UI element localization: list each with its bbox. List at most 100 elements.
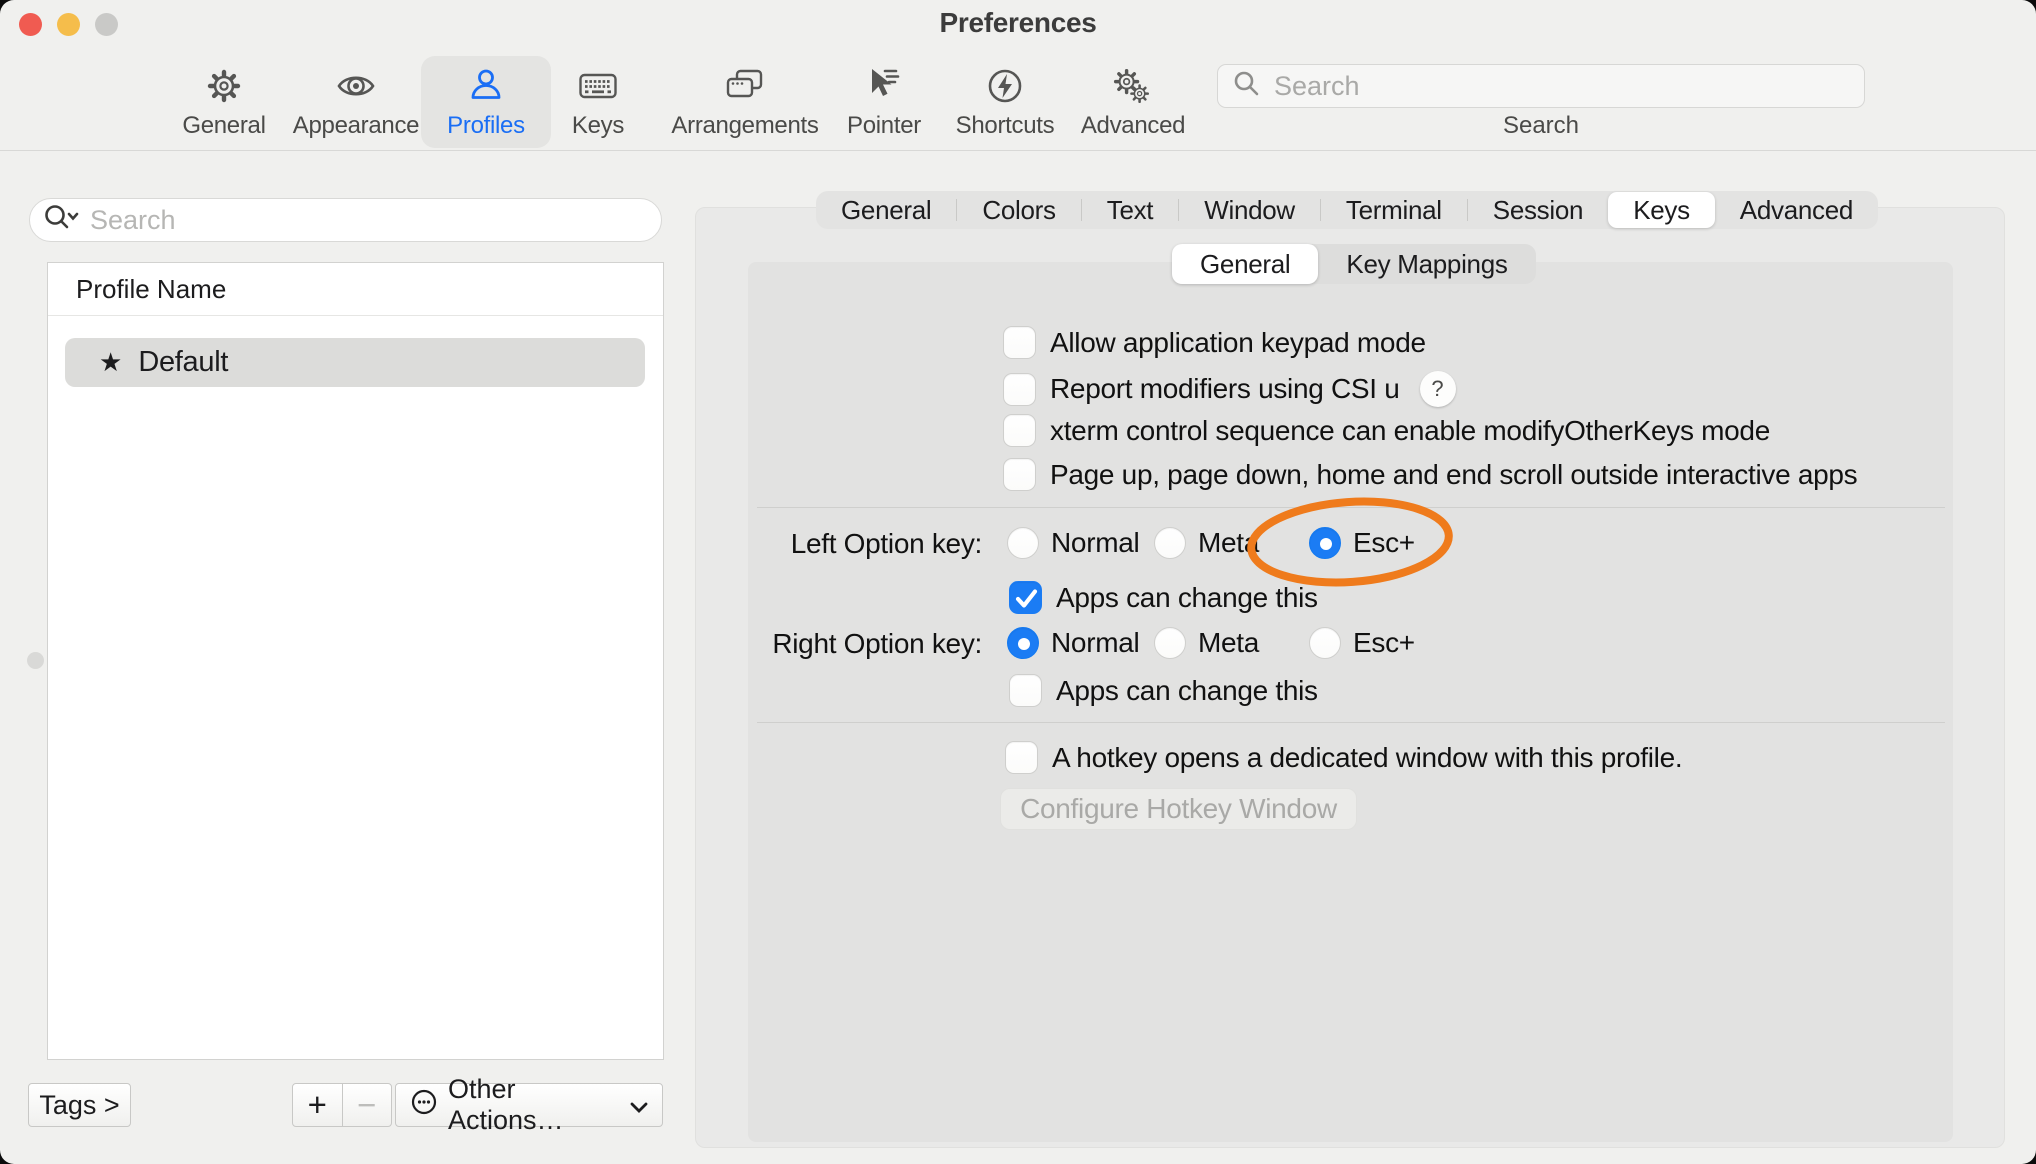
cursor-icon [864, 56, 904, 106]
toolbar-item-profiles[interactable]: Profiles [421, 56, 551, 148]
toolbar-search-label: Search [1217, 112, 1865, 140]
toolbar-label: Shortcuts [956, 112, 1055, 140]
radio-esc[interactable] [1309, 627, 1341, 659]
toolbar-item-general[interactable]: General [159, 56, 289, 148]
tab-keys[interactable]: Keys [1608, 192, 1715, 228]
right-option-meta[interactable]: Meta [1154, 627, 1259, 659]
profile-search-field[interactable]: Search [29, 198, 662, 242]
toolbar-item-advanced[interactable]: Advanced [1068, 56, 1198, 148]
checkbox-label: Apps can change this [1056, 582, 1318, 614]
left-option-meta[interactable]: Meta [1154, 527, 1259, 559]
checkbox-left-apps-can-change[interactable] [1009, 581, 1042, 614]
ellipsis-circle-icon [410, 1088, 438, 1123]
radio-esc-selected[interactable] [1309, 527, 1341, 559]
keys-subtabbar: General Key Mappings [1172, 244, 1536, 284]
toolbar-label: Advanced [1081, 112, 1185, 140]
toolbar-item-shortcuts[interactable]: Shortcuts [940, 56, 1070, 148]
row-modifyotherkeys: xterm control sequence can enable modify… [1003, 414, 1770, 447]
radio-label: Normal [1051, 627, 1139, 659]
search-placeholder: Search [1274, 71, 1360, 102]
divider [757, 507, 1945, 508]
checkbox-right-apps-can-change[interactable] [1009, 674, 1042, 707]
help-button[interactable]: ? [1420, 371, 1456, 407]
checkbox-report-csi-u[interactable] [1003, 373, 1036, 406]
toolbar-item-appearance[interactable]: Appearance [291, 56, 421, 148]
left-option-esc[interactable]: Esc+ [1309, 527, 1415, 559]
subtab-general[interactable]: General [1172, 244, 1318, 284]
checkbox-allow-keypad-mode[interactable] [1003, 326, 1036, 359]
radio-label: Meta [1198, 527, 1259, 559]
toolbar-label: Appearance [293, 112, 419, 140]
keyboard-icon [578, 56, 618, 106]
tab-session[interactable]: Session [1468, 191, 1608, 229]
profile-tabbar: General Colors Text Window Terminal Sess… [816, 191, 1878, 229]
tab-advanced[interactable]: Advanced [1715, 191, 1878, 229]
checkbox-modifyotherkeys[interactable] [1003, 414, 1036, 447]
other-actions-label: Other Actions… [448, 1074, 620, 1136]
left-option-key-label: Left Option key: [700, 528, 982, 560]
profile-list-column-header: Profile Name [76, 274, 226, 305]
row-csi-u: Report modifiers using CSI u ? [1003, 371, 1456, 407]
subtab-key-mappings[interactable]: Key Mappings [1318, 244, 1535, 284]
eye-icon [336, 56, 376, 106]
checkbox-label: Apps can change this [1056, 675, 1318, 707]
other-actions-dropdown[interactable]: Other Actions… [395, 1083, 663, 1127]
radio-meta[interactable] [1154, 627, 1186, 659]
toolbar-search-field[interactable]: Search [1217, 64, 1865, 108]
chevron-down-icon [630, 1090, 648, 1121]
person-icon [466, 56, 506, 106]
configure-hotkey-label: Configure Hotkey Window [1020, 793, 1337, 825]
radio-label: Esc+ [1353, 527, 1415, 559]
radio-label: Esc+ [1353, 627, 1415, 659]
checkbox-label: Page up, page down, home and end scroll … [1050, 459, 1857, 491]
star-icon: ★ [99, 347, 122, 378]
add-profile-button[interactable]: + [293, 1086, 342, 1124]
toolbar-item-pointer[interactable]: Pointer [819, 56, 949, 148]
row-right-apps-can-change: Apps can change this [1009, 674, 1318, 707]
search-options-icon [42, 202, 82, 239]
tab-text[interactable]: Text [1082, 191, 1178, 229]
panel-drag-dot [27, 652, 44, 669]
configure-hotkey-window-button[interactable]: Configure Hotkey Window [1000, 788, 1357, 830]
tab-colors[interactable]: Colors [957, 191, 1080, 229]
toolbar-label: General [182, 112, 265, 140]
remove-profile-button[interactable]: − [343, 1086, 392, 1124]
divider [48, 315, 663, 316]
row-page-scroll: Page up, page down, home and end scroll … [1003, 458, 1857, 491]
checkbox-label: xterm control sequence can enable modify… [1050, 415, 1770, 447]
toolbar-divider [0, 150, 2036, 151]
checkbox-label: Report modifiers using CSI u [1050, 373, 1400, 405]
tab-general[interactable]: General [816, 191, 956, 229]
toolbar-item-arrangements[interactable]: Arrangements [665, 56, 825, 148]
right-option-esc[interactable]: Esc+ [1309, 627, 1415, 659]
radio-meta[interactable] [1154, 527, 1186, 559]
radio-normal[interactable] [1007, 527, 1039, 559]
search-placeholder: Search [90, 205, 176, 236]
tags-button-label: Tags > [39, 1090, 119, 1121]
profile-name: Default [138, 346, 228, 379]
profile-row-default[interactable]: ★ Default [65, 338, 645, 387]
radio-label: Normal [1051, 527, 1139, 559]
lightning-icon [985, 56, 1025, 106]
checkbox-hotkey-window[interactable] [1005, 741, 1038, 774]
tab-terminal[interactable]: Terminal [1321, 191, 1467, 229]
toolbar-label: Keys [572, 112, 624, 140]
row-keypad-mode: Allow application keypad mode [1003, 326, 1426, 359]
windows-icon [724, 56, 766, 106]
checkbox-label: Allow application keypad mode [1050, 327, 1426, 359]
tab-window[interactable]: Window [1179, 191, 1320, 229]
checkbox-page-scroll-outside[interactable] [1003, 458, 1036, 491]
window-title: Preferences [0, 7, 2036, 39]
gear-icon [204, 56, 244, 106]
toolbar-item-keys[interactable]: Keys [533, 56, 663, 148]
right-option-normal[interactable]: Normal [1007, 627, 1139, 659]
right-option-key-label: Right Option key: [700, 628, 982, 660]
tags-button[interactable]: Tags > [28, 1083, 131, 1127]
add-remove-profile-group: + − [292, 1083, 392, 1127]
preferences-window: Preferences General Appearance Profiles … [0, 0, 2036, 1164]
search-icon [1230, 67, 1264, 106]
radio-normal-selected[interactable] [1007, 627, 1039, 659]
left-option-normal[interactable]: Normal [1007, 527, 1139, 559]
toolbar-label: Pointer [847, 112, 921, 140]
toolbar-label: Profiles [447, 112, 525, 140]
